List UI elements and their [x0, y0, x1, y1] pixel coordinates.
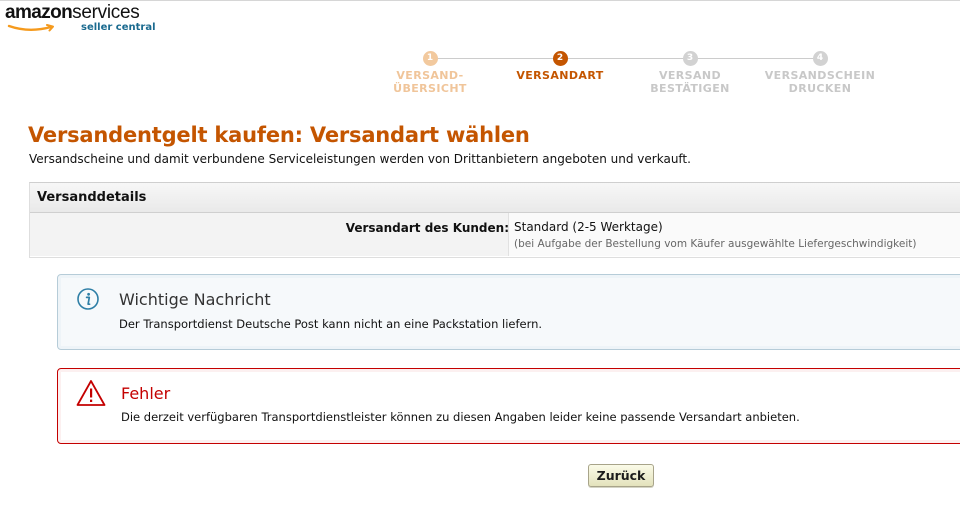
- shipping-method-row: Versandart des Kunden: Standard (2-5 Wer…: [30, 213, 960, 256]
- amazon-smile-icon: [7, 24, 54, 32]
- amazon-services-logo[interactable]: amazonservices seller central: [5, 2, 156, 34]
- shipping-method-value: Standard (2-5 Werktage): [514, 220, 663, 234]
- info-icon: [77, 288, 99, 310]
- step-label-line: VERSAND: [658, 69, 722, 82]
- step-versandart: 2 VERSANDART: [500, 50, 620, 82]
- step-label-line: DRUCKEN: [788, 82, 852, 95]
- step-label: VERSANDSCHEIN DRUCKEN: [760, 69, 880, 95]
- shipping-method-note: (bei Aufgabe der Bestellung vom Käufer a…: [514, 238, 917, 250]
- step-label: VERSANDART: [500, 69, 620, 82]
- logo-amazon-text: amazon: [5, 2, 73, 23]
- shipping-method-value-cell: Standard (2-5 Werktage) (bei Aufgabe der…: [508, 213, 960, 256]
- warning-icon: [76, 380, 106, 406]
- step-number: 3: [682, 51, 698, 66]
- error-alert: Fehler Die derzeit verfügbaren Transport…: [57, 368, 960, 444]
- shipping-details-panel: Versanddetails Versandart des Kunden: St…: [29, 182, 960, 258]
- top-border: [0, 0, 960, 1]
- back-button[interactable]: Zurück: [588, 464, 654, 487]
- step-label: VERSAND BESTÄTIGEN: [630, 69, 750, 95]
- info-alert-text: Der Transportdienst Deutsche Post kann n…: [119, 317, 543, 331]
- step-number: 4: [812, 51, 828, 66]
- error-alert-title: Fehler: [121, 384, 171, 403]
- shipping-details-header: Versanddetails: [30, 183, 960, 213]
- step-label-line: VERSAND-: [396, 69, 464, 82]
- page-title: Versandentgelt kaufen: Versandart wählen: [28, 123, 530, 147]
- step-label: VERSAND- ÜBERSICHT: [370, 69, 490, 95]
- info-alert-title: Wichtige Nachricht: [119, 290, 271, 309]
- error-alert-text: Die derzeit verfügbaren Transportdienstl…: [121, 410, 800, 424]
- step-label-line: BESTÄTIGEN: [650, 82, 730, 95]
- page-subtitle: Versandscheine und damit verbundene Serv…: [29, 152, 691, 166]
- step-number: 1: [422, 51, 438, 66]
- shipping-method-label: Versandart des Kunden:: [345, 221, 509, 235]
- step-label-line: ÜBERSICHT: [393, 82, 467, 95]
- important-message-alert: Wichtige Nachricht Der Transportdienst D…: [57, 274, 960, 350]
- logo-services-text: services: [72, 2, 140, 23]
- step-versand-bestaetigen: 3 VERSAND BESTÄTIGEN: [630, 50, 750, 95]
- step-label-line: VERSANDART: [516, 69, 604, 82]
- step-number: 2: [552, 51, 568, 66]
- step-label-line: VERSANDSCHEIN: [764, 69, 876, 82]
- step-versand-uebersicht: 1 VERSAND- ÜBERSICHT: [370, 50, 490, 95]
- step-versandschein-drucken: 4 VERSANDSCHEIN DRUCKEN: [760, 50, 880, 95]
- progress-stepper: 1 VERSAND- ÜBERSICHT 2 VERSANDART 3 VERS…: [380, 50, 900, 110]
- logo-seller-central: seller central: [81, 22, 156, 33]
